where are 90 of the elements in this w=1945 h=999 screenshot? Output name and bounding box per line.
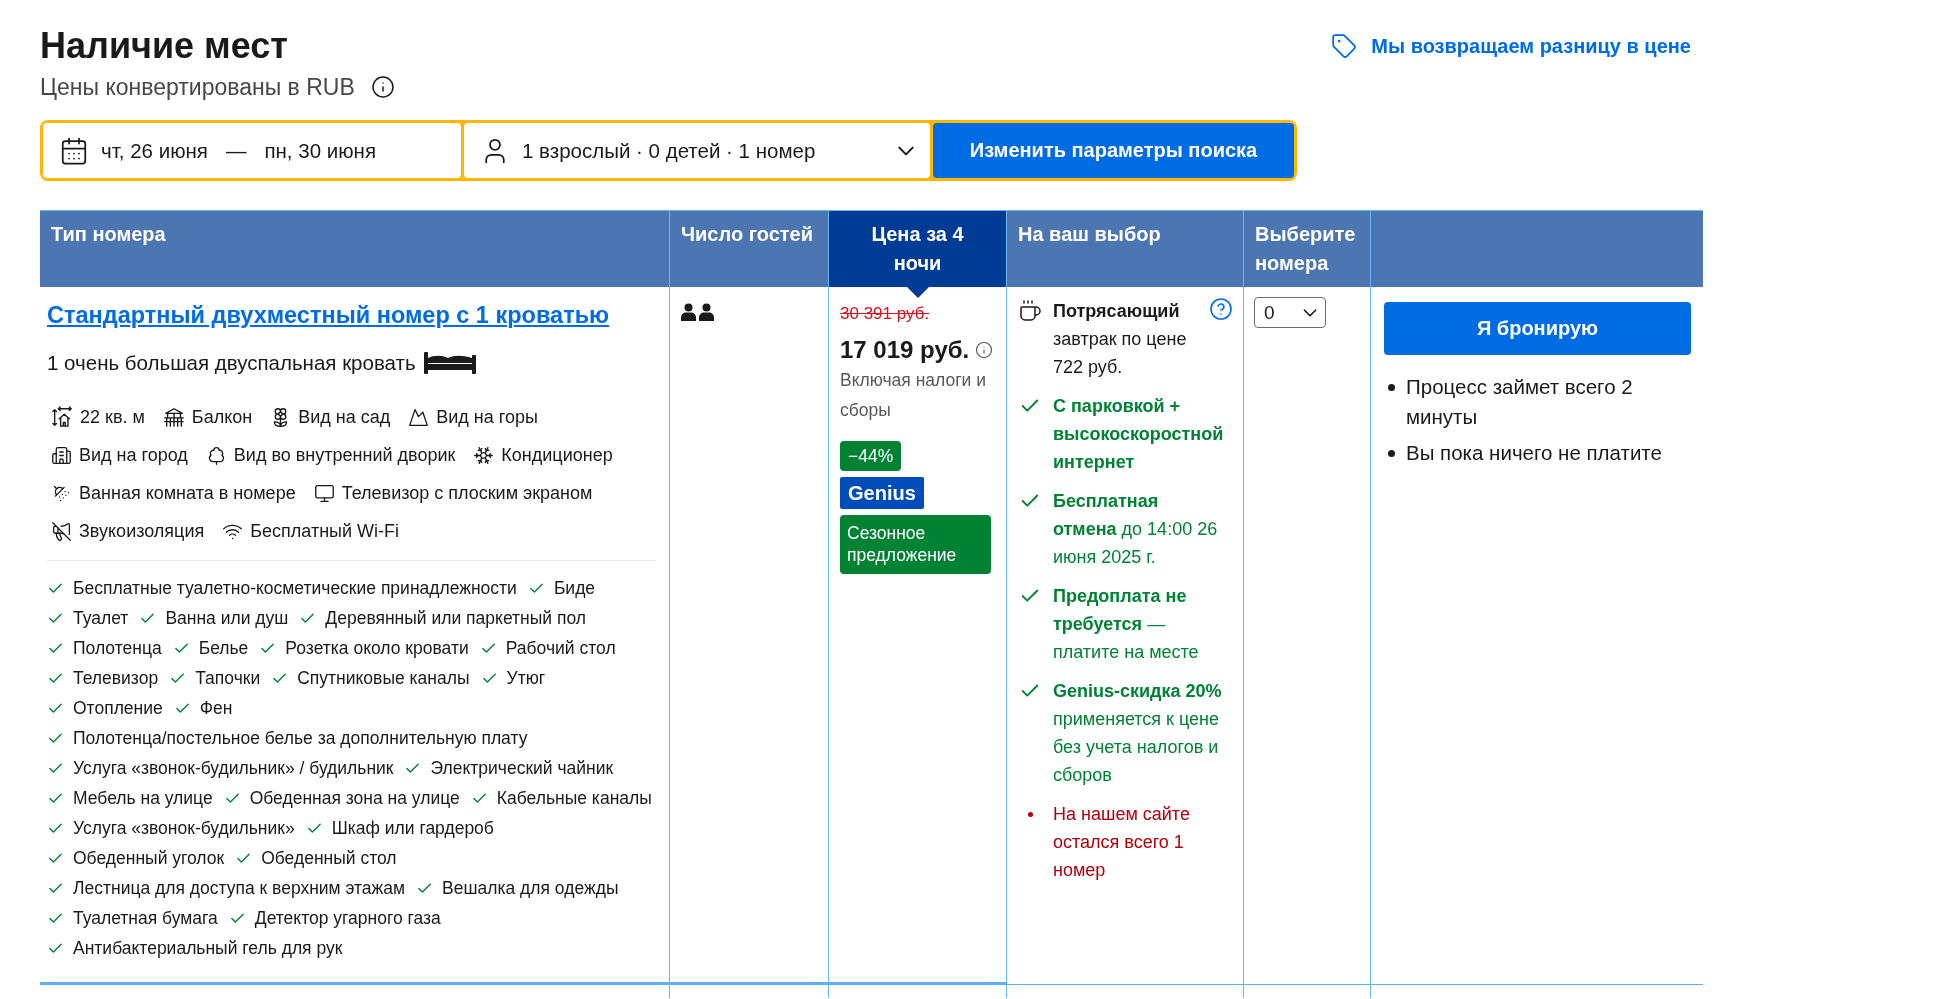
- column-header: На ваш выбор: [1007, 210, 1244, 287]
- building-icon: [51, 444, 72, 466]
- amenity-label: Мебель на улице: [73, 787, 213, 809]
- page-title: Наличие мест: [40, 26, 289, 66]
- amenity-label: Антибактериальный гель для рук: [73, 937, 343, 959]
- discount-badge: −44%: [840, 441, 902, 471]
- tax-note-text: Включая налоги и сборы: [840, 369, 987, 422]
- facility-label: Балкон: [191, 406, 253, 428]
- facility-label: Вид на горы: [436, 406, 538, 428]
- old-price-text: 30 391 руб.: [840, 303, 931, 325]
- info-icon[interactable]: [370, 75, 395, 99]
- subtitle-text: Цены конвертированы в RUB: [40, 74, 355, 100]
- amenity-label: Утюг: [506, 667, 546, 689]
- cup-icon: [1018, 299, 1042, 323]
- amenity-label: Спутниковые каналы: [297, 667, 470, 689]
- bullet-icon: [1388, 383, 1395, 391]
- note-text: Процесс займет всего 2 минуты: [1406, 374, 1634, 430]
- amenity-label: Белье: [198, 637, 249, 659]
- note-text: Вы пока ничего не платите: [1406, 440, 1663, 466]
- choice-text: На нашем сайте остался всего 1 номер: [1053, 803, 1191, 882]
- amenity-label: Биде: [553, 577, 596, 599]
- facility-label: Звукоизоляция: [79, 520, 205, 542]
- amenity-label: Обеденный стол: [261, 847, 397, 869]
- facility-label: Вид на город: [79, 444, 188, 466]
- amenity-label: Лестница для доступа к верхним этажам: [73, 877, 406, 899]
- amenity-label: Кабельные каналы: [496, 787, 652, 809]
- amenity-label: Услуга «звонок-будильник»: [73, 817, 295, 839]
- column-header: Число гостей: [670, 210, 829, 287]
- chevron-down-icon: [1303, 308, 1317, 317]
- bullet-icon: [1388, 449, 1395, 457]
- amenity-label: Телевизор: [73, 667, 159, 689]
- amenity-label: Туалетная бумага: [73, 907, 218, 929]
- date-field[interactable]: чт, 26 июня — пн, 30 июня: [43, 123, 461, 178]
- amenity-label: Обеденная зона на улице: [249, 787, 460, 809]
- amenity-label: Бесплатные туалетно-косметические принадлежности: [73, 577, 517, 599]
- amenity-label: Деревянный или паркетный пол: [325, 607, 586, 629]
- snowflake-icon: [473, 444, 495, 466]
- pointer-icon: [906, 287, 929, 298]
- guests-field[interactable]: 1 взрослый · 0 детей · 1 номер: [464, 123, 930, 178]
- price-match-link[interactable]: Мы возвращаем разницу в цене: [1331, 32, 1691, 60]
- quantity-select[interactable]: 0: [1254, 297, 1326, 328]
- bed-type-text: 1 очень большая двуспальная кровать: [47, 351, 416, 375]
- info-icon[interactable]: [975, 341, 994, 359]
- facility-label: Бесплатный Wi-Fi: [250, 520, 400, 542]
- book-button[interactable]: Я бронирую: [1384, 302, 1691, 355]
- amenity-label: Фен: [199, 697, 233, 719]
- choice-text: Потрясающий завтрак по цене 722 руб.: [1053, 300, 1188, 379]
- amenity-label: Туалет: [73, 607, 129, 629]
- room-name-link[interactable]: Стандартный двухместный номер с 1 кроватью: [47, 301, 610, 329]
- amenity-label: Отопление: [73, 697, 163, 719]
- tag-icon: [1331, 33, 1358, 59]
- facility-label: Вид на сад: [298, 406, 391, 428]
- facility-label: Телевизор с плоским экраном: [341, 482, 593, 504]
- price-text: 17 019 руб.: [840, 335, 970, 365]
- amenity-label: Шкаф или гардероб: [331, 817, 494, 839]
- amenity-label: Вешалка для одежды: [442, 877, 619, 899]
- mountain-icon: [408, 406, 430, 428]
- balcony-icon: [162, 406, 185, 428]
- bed-icon: [423, 352, 476, 374]
- help-icon[interactable]: [1209, 297, 1233, 321]
- choice-text: С парковкой + высокоскоростной интернет: [1053, 395, 1224, 474]
- amenity-label: Полотенца/постельное белье за дополнительную плату: [73, 727, 528, 749]
- amenity-label: Тапочки: [195, 667, 261, 689]
- genius-badge: Genius: [840, 477, 924, 509]
- amenity-label: Детектор угарного газа: [254, 907, 441, 929]
- amenity-label: Рабочий стол: [505, 637, 616, 659]
- choice-text: Предоплата не требуется — платите на месте: [1053, 585, 1200, 664]
- amenity-label: Электрический чайник: [430, 757, 614, 779]
- amenity-label: Ванна или душ: [165, 607, 289, 629]
- choice-text: Genius-скидка 20% применяется к цене без учета налогов и сборов: [1053, 680, 1223, 787]
- amenity-label: Услуга «звонок-будильник» / будильник: [73, 757, 394, 779]
- facility-label: Ванная комната в номере: [79, 482, 296, 504]
- facility-label: Кондиционер: [501, 444, 613, 466]
- amenity-label: Обеденный уголок: [73, 847, 225, 869]
- calendar-icon: [59, 135, 89, 166]
- chevron-down-icon: [898, 145, 914, 156]
- house-arrows-icon: [51, 406, 73, 428]
- megaphone-off-icon: [51, 520, 72, 542]
- facility-label: Вид во внутренний дворик: [233, 444, 456, 466]
- column-header: Выберите номера: [1244, 210, 1371, 287]
- monitor-icon: [313, 482, 335, 504]
- deal-badge: Сезонное предложение: [840, 515, 991, 574]
- facility-label: 22 кв. м: [80, 406, 145, 428]
- choice-text: Бесплатная отмена до 14:00 26 июня 2025 г.: [1053, 490, 1219, 569]
- bullet-icon: [1027, 811, 1033, 817]
- search-button[interactable]: Изменить параметры поиска: [933, 123, 1294, 178]
- amenity-label: Полотенца: [73, 637, 162, 659]
- two-people-icon: [680, 303, 716, 321]
- column-header: Тип номера: [40, 210, 670, 287]
- amenity-label: Розетка около кровати: [285, 637, 469, 659]
